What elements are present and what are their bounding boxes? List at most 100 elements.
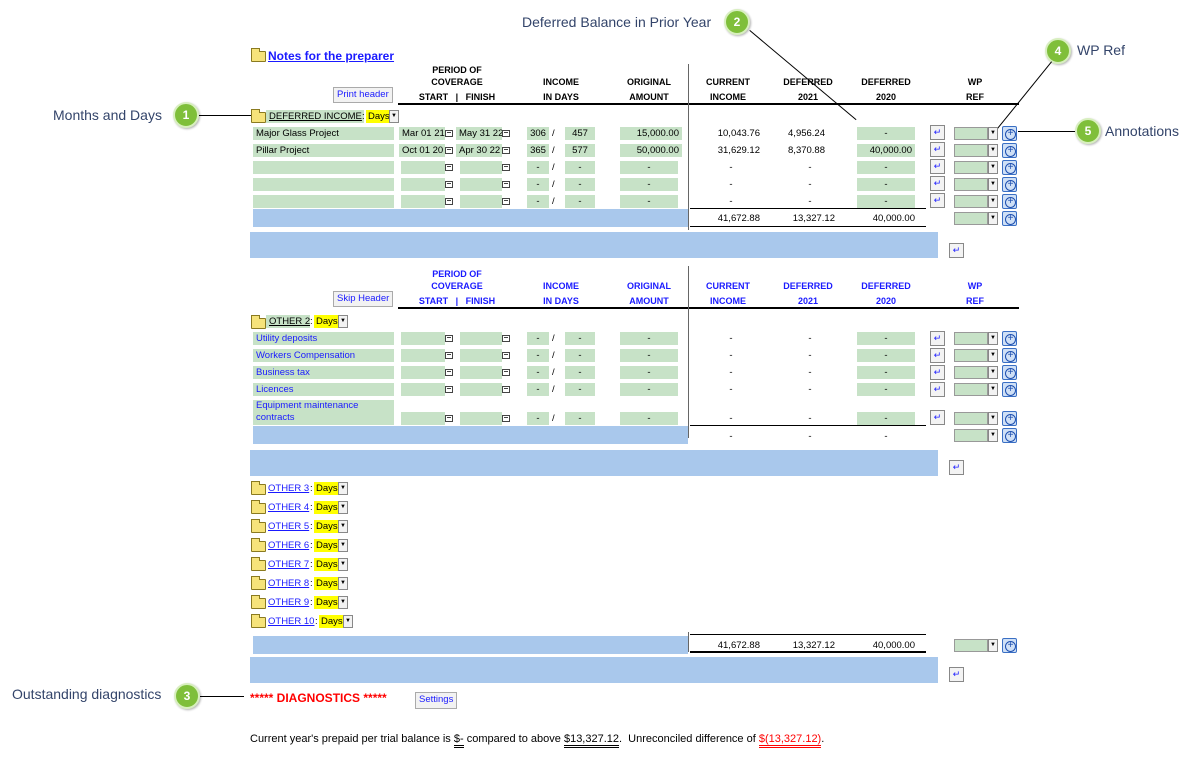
note-icon[interactable]: ↵ — [930, 159, 945, 174]
calendar-icon[interactable] — [502, 415, 510, 422]
deferred-2020[interactable]: - — [857, 161, 915, 174]
wp-ref-field[interactable] — [954, 412, 988, 425]
days-dropdown[interactable]: Days — [319, 615, 345, 628]
original-amount[interactable]: 50,000.00 — [620, 144, 682, 157]
deferred-2020[interactable]: - — [857, 349, 915, 362]
folder-icon[interactable] — [251, 48, 266, 62]
wp-ref-field[interactable] — [954, 639, 988, 652]
original-amount[interactable]: - — [620, 178, 678, 191]
calendar-icon[interactable] — [502, 164, 510, 171]
add-annotation-icon[interactable] — [1002, 365, 1018, 381]
note-icon[interactable]: ↵ — [949, 243, 964, 258]
days-dropdown[interactable]: Days — [314, 577, 340, 590]
chevron-down-icon[interactable]: ▼ — [988, 412, 998, 425]
deferred-2020[interactable]: - — [857, 178, 915, 191]
deferred-2020[interactable]: - — [857, 383, 915, 396]
chevron-down-icon[interactable]: ▼ — [988, 366, 998, 379]
settings-button[interactable]: Settings — [415, 692, 458, 709]
finish-date[interactable] — [460, 161, 502, 174]
chevron-down-icon[interactable]: ▼ — [338, 482, 348, 495]
start-date[interactable] — [401, 161, 445, 174]
folder-icon[interactable] — [251, 538, 266, 552]
calendar-icon[interactable] — [502, 147, 510, 154]
days-dropdown[interactable]: Days — [314, 558, 340, 571]
add-annotation-icon[interactable] — [1002, 160, 1018, 176]
note-icon[interactable]: ↵ — [930, 331, 945, 346]
note-icon[interactable]: ↵ — [949, 667, 964, 682]
finish-date[interactable]: Apr 30 22 — [456, 144, 502, 157]
wp-ref-field[interactable] — [954, 349, 988, 362]
folder-icon[interactable] — [251, 315, 266, 329]
days-dropdown[interactable]: Days — [314, 315, 340, 328]
calendar-icon[interactable] — [445, 352, 453, 359]
note-icon[interactable]: ↵ — [949, 460, 964, 475]
chevron-down-icon[interactable]: ▼ — [988, 195, 998, 208]
chevron-down-icon[interactable]: ▼ — [988, 639, 998, 652]
add-annotation-icon[interactable] — [1002, 211, 1018, 227]
start-date[interactable]: Mar 01 21 — [399, 127, 445, 140]
add-annotation-icon[interactable] — [1002, 638, 1018, 654]
section-other9-link[interactable]: OTHER 9 — [268, 596, 309, 609]
add-annotation-icon[interactable] — [1002, 348, 1018, 364]
notes-link[interactable]: Notes for the preparer — [268, 49, 394, 63]
finish-date[interactable] — [460, 349, 502, 362]
add-annotation-icon[interactable] — [1002, 411, 1018, 427]
chevron-down-icon[interactable]: ▼ — [338, 315, 348, 328]
chevron-down-icon[interactable]: ▼ — [988, 127, 998, 140]
chevron-down-icon[interactable]: ▼ — [988, 332, 998, 345]
start-date[interactable] — [401, 195, 445, 208]
start-date[interactable] — [401, 412, 445, 425]
add-annotation-icon[interactable] — [1002, 143, 1018, 159]
start-date[interactable] — [401, 349, 445, 362]
chevron-down-icon[interactable]: ▼ — [343, 615, 353, 628]
deferred-2020[interactable]: - — [857, 412, 915, 425]
original-amount[interactable]: - — [620, 383, 678, 396]
days-dropdown[interactable]: Days — [314, 482, 340, 495]
wp-ref-field[interactable] — [954, 383, 988, 396]
start-date[interactable] — [401, 366, 445, 379]
original-amount[interactable]: - — [620, 412, 678, 425]
section-other6-link[interactable]: OTHER 6 — [268, 539, 309, 552]
days-dropdown[interactable]: Days — [314, 596, 340, 609]
calendar-icon[interactable] — [445, 164, 453, 171]
folder-icon[interactable] — [251, 595, 266, 609]
chevron-down-icon[interactable]: ▼ — [988, 383, 998, 396]
deferred-2020[interactable]: - — [857, 127, 915, 140]
finish-date[interactable] — [460, 332, 502, 345]
finish-date[interactable] — [460, 412, 502, 425]
chevron-down-icon[interactable]: ▼ — [988, 178, 998, 191]
calendar-icon[interactable] — [502, 352, 510, 359]
chevron-down-icon[interactable]: ▼ — [338, 520, 348, 533]
days-dropdown[interactable]: Days — [314, 501, 340, 514]
start-date[interactable] — [401, 332, 445, 345]
calendar-icon[interactable] — [445, 147, 453, 154]
calendar-icon[interactable] — [502, 181, 510, 188]
note-icon[interactable]: ↵ — [930, 125, 945, 140]
chevron-down-icon[interactable]: ▼ — [988, 212, 998, 225]
deferred-2020[interactable]: 40,000.00 — [857, 144, 915, 157]
calendar-icon[interactable] — [445, 386, 453, 393]
finish-date[interactable] — [460, 383, 502, 396]
folder-icon[interactable] — [251, 576, 266, 590]
add-annotation-icon[interactable] — [1002, 331, 1018, 347]
calendar-icon[interactable] — [445, 181, 453, 188]
start-date[interactable] — [401, 178, 445, 191]
deferred-2020[interactable]: - — [857, 195, 915, 208]
folder-icon[interactable] — [251, 557, 266, 571]
calendar-icon[interactable] — [502, 386, 510, 393]
calendar-icon[interactable] — [445, 198, 453, 205]
wp-ref-field[interactable] — [954, 212, 988, 225]
chevron-down-icon[interactable]: ▼ — [338, 558, 348, 571]
chevron-down-icon[interactable]: ▼ — [988, 144, 998, 157]
days-dropdown[interactable]: Days — [314, 520, 340, 533]
section-other3-link[interactable]: OTHER 3 — [268, 482, 309, 495]
finish-date[interactable] — [460, 195, 502, 208]
wp-ref-field[interactable] — [954, 127, 988, 140]
folder-icon[interactable] — [251, 614, 266, 628]
deferred-2020[interactable]: - — [857, 366, 915, 379]
wp-ref-field[interactable] — [954, 366, 988, 379]
original-amount[interactable]: - — [620, 366, 678, 379]
finish-date[interactable]: May 31 22 — [456, 127, 503, 140]
days-dropdown[interactable]: Days — [366, 110, 392, 123]
chevron-down-icon[interactable]: ▼ — [988, 161, 998, 174]
